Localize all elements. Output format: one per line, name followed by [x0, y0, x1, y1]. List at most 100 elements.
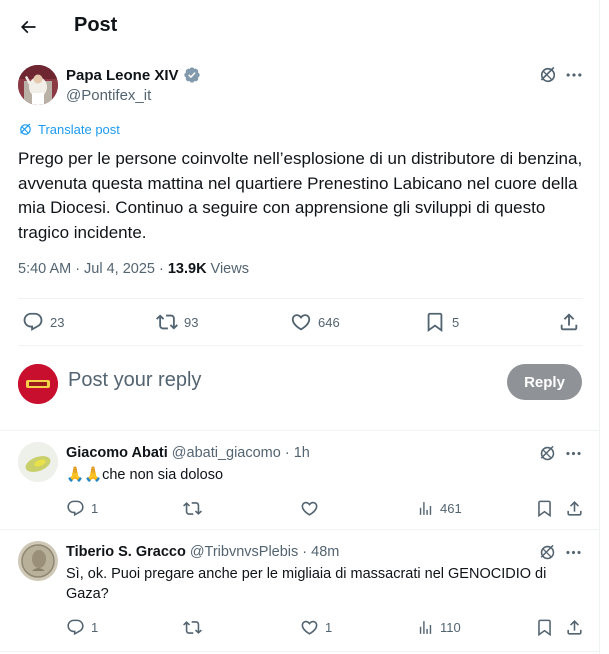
bookmark-icon	[535, 499, 554, 518]
reply-count: 23	[50, 314, 65, 330]
comment-author-handle[interactable]: @TribvnvsPlebis	[190, 544, 298, 560]
bookmark-action[interactable]: 5	[424, 300, 459, 344]
comment-text: 🙏🙏che non sia doloso	[66, 467, 224, 483]
share-icon	[558, 311, 580, 333]
reply-input[interactable]: Post your reply	[68, 369, 201, 392]
comment-time[interactable]: 1h	[294, 445, 310, 461]
post-page: Post Papa Leone XIV @Pontifex_it Transla…	[0, 0, 600, 654]
reply-action[interactable]: 23	[22, 300, 64, 344]
avatar-image	[18, 364, 58, 404]
reply-icon	[66, 499, 85, 518]
like-action[interactable]	[300, 498, 325, 518]
divider	[18, 298, 583, 299]
repost-icon	[183, 618, 202, 637]
post-meta: 5:40 AM · Jul 4, 2025 · 13.9K Views	[18, 261, 249, 277]
bookmark-count: 5	[452, 314, 460, 330]
comment-avatar[interactable]	[18, 442, 58, 482]
post-date[interactable]: Jul 4, 2025	[84, 261, 155, 277]
comment-author-handle[interactable]: @abati_giacomo	[172, 445, 281, 461]
repost-action[interactable]: 93	[156, 300, 198, 344]
author-name[interactable]: Papa Leone XIV	[66, 66, 201, 84]
post-time[interactable]: 5:40 AM	[18, 261, 71, 277]
more-horizontal-icon	[564, 543, 583, 562]
divider	[0, 651, 600, 652]
meta-separator: ·	[284, 445, 290, 461]
like-icon	[290, 311, 312, 333]
repost-count: 93	[184, 314, 199, 330]
avatar-image	[18, 442, 58, 482]
page-title: Post	[74, 14, 118, 36]
author-handle[interactable]: @Pontifex_it	[66, 87, 151, 104]
page-header: Post	[0, 0, 600, 52]
divider	[18, 345, 583, 346]
bookmark-action[interactable]	[535, 498, 554, 518]
comment-author-name[interactable]: Tiberio S. Gracco	[66, 544, 186, 560]
divider	[0, 529, 600, 530]
bookmark-icon	[535, 618, 554, 637]
grok-icon	[538, 65, 558, 85]
reply-action[interactable]: 1	[66, 617, 98, 637]
meta-separator: ·	[159, 261, 164, 277]
grok-button[interactable]	[538, 444, 557, 463]
author-name-text: Papa Leone XIV	[66, 66, 179, 84]
more-horizontal-icon	[564, 444, 583, 463]
more-button[interactable]	[564, 65, 584, 85]
share-action[interactable]	[558, 300, 580, 344]
post-actions: 23 93 646 5	[18, 300, 583, 344]
translate-label: Translate post	[38, 122, 120, 137]
arrow-left-icon	[20, 20, 36, 34]
repost-action[interactable]	[183, 498, 208, 518]
grok-button[interactable]	[538, 65, 558, 85]
views-count: 110	[440, 619, 461, 635]
comment-author-name[interactable]: Giacomo Abati	[66, 445, 168, 461]
reply-icon	[22, 311, 44, 333]
grok-icon	[538, 543, 557, 562]
comment-header: Tiberio S. Gracco @TribvnvsPlebis · 48m	[66, 544, 339, 560]
comment-time[interactable]: 48m	[311, 544, 339, 560]
author-avatar[interactable]	[18, 65, 58, 105]
repost-action[interactable]	[183, 617, 208, 637]
share-action[interactable]	[565, 617, 584, 637]
comment-avatar[interactable]	[18, 541, 58, 581]
views-action[interactable]: 110	[417, 617, 461, 637]
more-horizontal-icon	[564, 65, 584, 85]
repost-icon	[156, 311, 178, 333]
share-icon	[565, 618, 584, 637]
share-icon	[565, 499, 584, 518]
verified-badge-icon	[183, 67, 200, 83]
comment-header: Giacomo Abati @abati_giacomo · 1h	[66, 445, 310, 461]
translate-icon	[18, 122, 33, 137]
current-user-avatar[interactable]	[18, 364, 58, 404]
divider	[0, 430, 600, 431]
grok-button[interactable]	[538, 543, 557, 562]
bookmark-action[interactable]	[535, 617, 554, 637]
meta-separator: ·	[302, 544, 308, 560]
like-icon	[300, 499, 319, 518]
views-count: 461	[440, 500, 462, 516]
grok-icon	[538, 444, 557, 463]
views-label: Views	[210, 261, 249, 277]
like-action[interactable]: 1	[300, 617, 332, 637]
like-action[interactable]: 646	[290, 300, 340, 344]
reply-count: 1	[91, 619, 99, 635]
share-action[interactable]	[565, 498, 584, 518]
like-count: 1	[325, 619, 333, 635]
views-icon	[417, 619, 434, 636]
views-action[interactable]: 461	[417, 498, 462, 518]
meta-separator: ·	[75, 261, 81, 277]
like-count: 646	[318, 314, 340, 330]
more-button[interactable]	[564, 444, 583, 463]
avatar-image	[18, 541, 58, 581]
post-text: Prego per le persone coinvolte nell’espl…	[18, 149, 583, 242]
more-button[interactable]	[564, 543, 583, 562]
translate-post-link[interactable]: Translate post	[18, 122, 120, 137]
bookmark-icon	[424, 311, 446, 333]
reply-icon	[66, 618, 85, 637]
views-icon	[417, 500, 434, 517]
reply-action[interactable]: 1	[66, 498, 98, 518]
like-icon	[300, 618, 319, 637]
reply-button[interactable]: Reply	[507, 364, 582, 400]
avatar-image	[18, 65, 58, 105]
back-button[interactable]	[14, 13, 42, 41]
reply-count: 1	[91, 500, 99, 516]
